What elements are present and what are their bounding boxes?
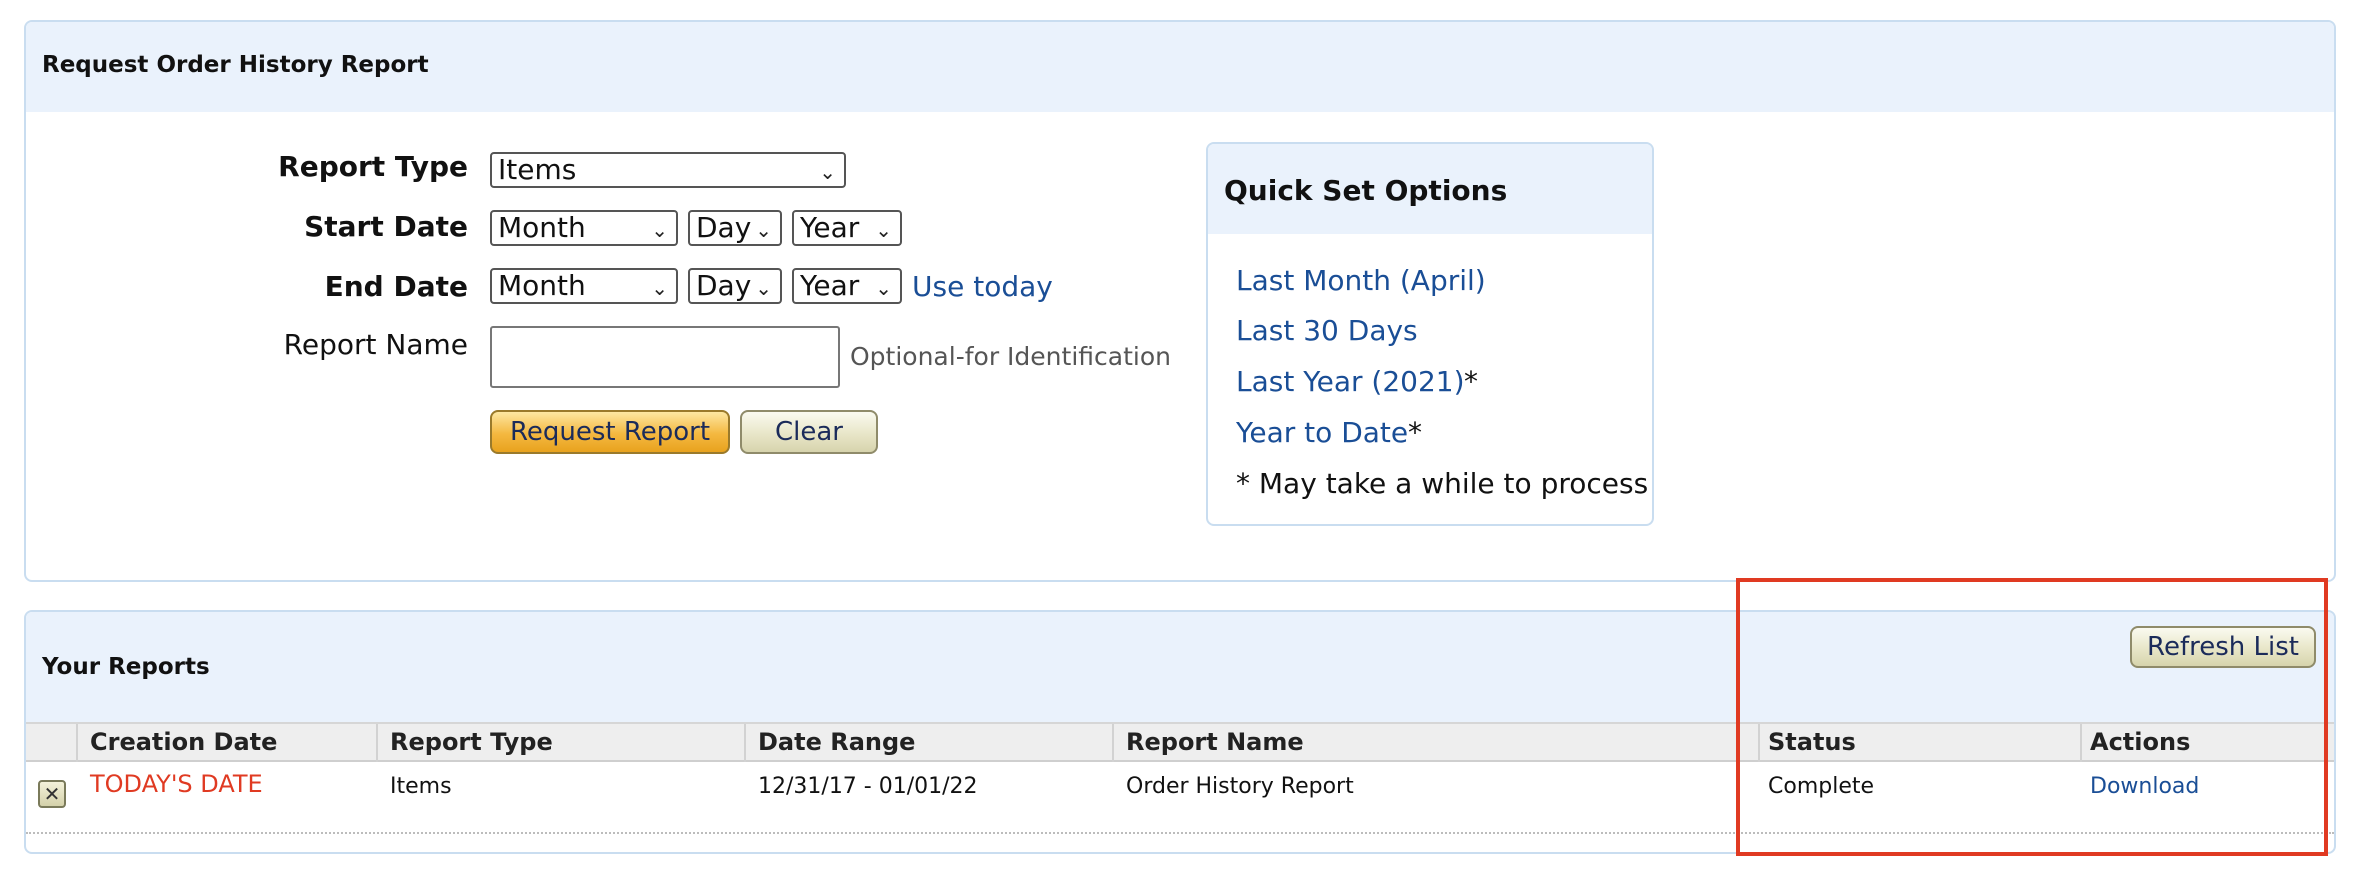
quick-option-year-to-date[interactable]: Year to Date [1236,416,1408,449]
refresh-list-button[interactable]: Refresh List [2130,626,2316,668]
creation-date-cell: TODAY'S DATE [90,770,263,798]
column-divider [1112,724,1114,762]
col-status[interactable]: Status [1768,728,1856,756]
quick-set-header: Quick Set Options [1208,144,1652,234]
request-panel-header: Request Order History Report [26,22,2334,112]
end-day-value: Day [696,269,752,302]
status-cell: Complete [1768,774,1875,799]
end-month-select[interactable]: Month ⌄ [490,268,678,304]
start-date-label: Start Date [304,210,468,243]
download-link[interactable]: Download [2090,774,2199,799]
col-actions: Actions [2090,728,2191,756]
report-name-label: Report Name [283,328,468,361]
column-divider [1758,724,1760,762]
end-year-value: Year [800,269,860,302]
col-report-type[interactable]: Report Type [390,728,553,756]
start-day-select[interactable]: Day ⌄ [688,210,782,246]
chevron-down-icon: ⌄ [875,218,892,242]
start-day-value: Day [696,211,752,244]
column-divider [376,724,378,762]
end-month-value: Month [498,269,586,302]
quick-option-last-30-days[interactable]: Last 30 Days [1236,314,1418,347]
start-month-select[interactable]: Month ⌄ [490,210,678,246]
reports-panel-title: Your Reports [42,654,210,680]
report-name-input[interactable] [490,326,840,388]
reports-table-header: Creation Date Report Type Date Range Rep… [26,722,2334,762]
close-icon[interactable]: ✕ [38,780,66,808]
start-year-value: Year [800,211,860,244]
report-type-value: Items [498,153,577,186]
chevron-down-icon: ⌄ [819,160,836,184]
column-divider [744,724,746,762]
quick-set-options-box: Quick Set Options Last Month (April) Las… [1206,142,1654,526]
quick-set-title: Quick Set Options [1224,174,1508,207]
column-divider [76,724,78,762]
quick-option-last-month[interactable]: Last Month (April) [1236,264,1486,297]
last-year-asterisk: * [1464,365,1478,398]
report-type-cell: Items [390,774,452,799]
quick-option-last-year[interactable]: Last Year (2021) [1236,365,1465,398]
chevron-down-icon: ⌄ [875,276,892,300]
use-today-link[interactable]: Use today [912,270,1053,303]
column-divider [2080,724,2082,762]
start-month-value: Month [498,211,586,244]
reports-panel-header: Your Reports [26,612,2334,722]
request-report-button[interactable]: Request Report [490,410,730,454]
row-divider [26,832,2334,834]
report-type-select[interactable]: Items ⌄ [490,152,846,188]
chevron-down-icon: ⌄ [651,276,668,300]
report-type-label: Report Type [278,150,468,183]
chevron-down-icon: ⌄ [651,218,668,242]
year-to-date-asterisk: * [1408,416,1422,449]
col-date-range[interactable]: Date Range [758,728,915,756]
end-day-select[interactable]: Day ⌄ [688,268,782,304]
end-date-label: End Date [324,270,468,303]
your-reports-panel: Your Reports Refresh List Creation Date … [24,610,2336,854]
date-range-cell: 12/31/17 - 01/01/22 [758,774,978,799]
request-report-panel: Request Order History Report Report Type… [24,20,2336,582]
chevron-down-icon: ⌄ [755,218,772,242]
request-panel-title: Request Order History Report [42,52,429,78]
quick-set-note: * May take a while to process [1236,467,1649,500]
chevron-down-icon: ⌄ [755,276,772,300]
report-name-cell: Order History Report [1126,774,1354,799]
col-creation-date[interactable]: Creation Date [90,728,277,756]
report-name-hint: Optional-for Identification [850,342,1171,371]
clear-button[interactable]: Clear [740,410,878,454]
col-report-name[interactable]: Report Name [1126,728,1304,756]
start-year-select[interactable]: Year ⌄ [792,210,902,246]
end-year-select[interactable]: Year ⌄ [792,268,902,304]
